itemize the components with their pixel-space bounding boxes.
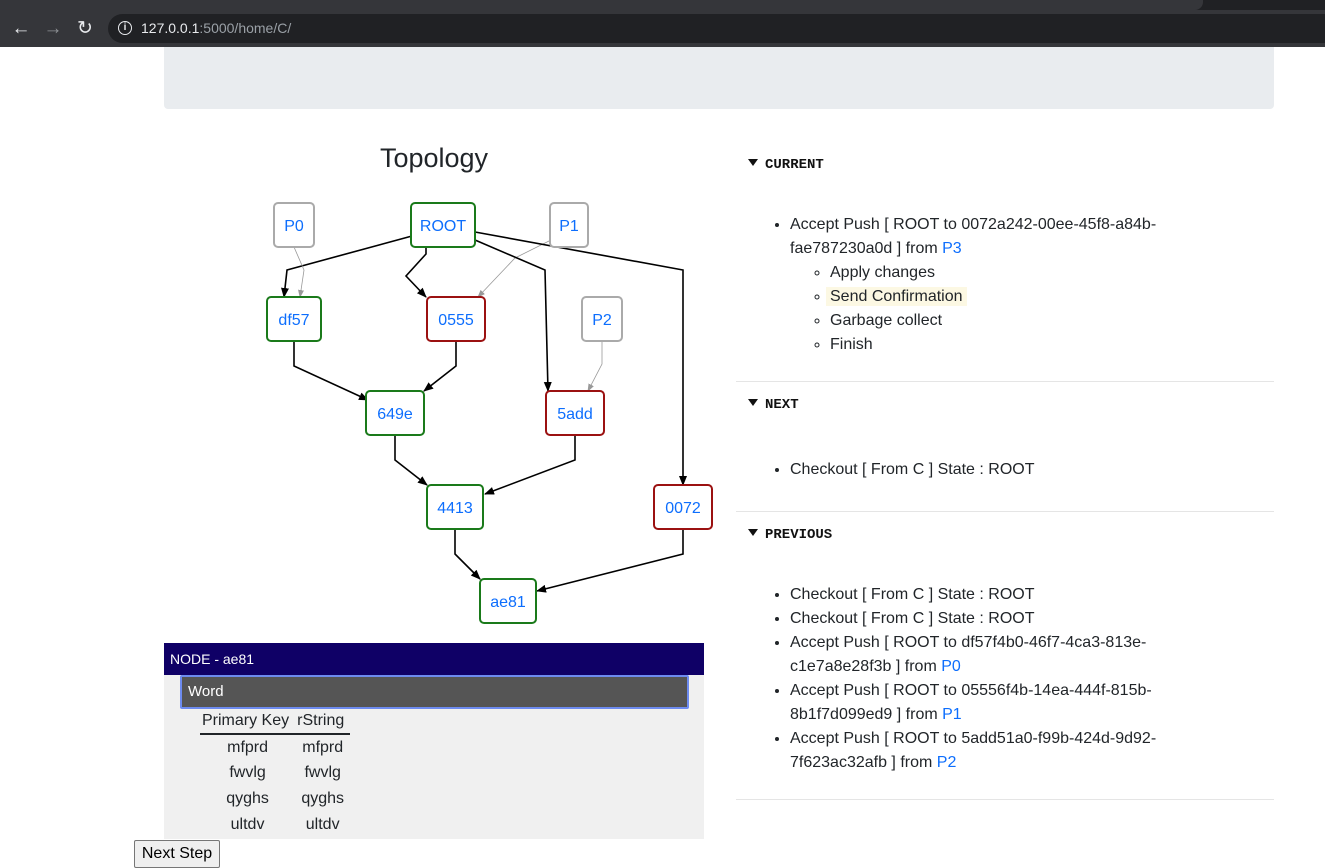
graph-node-p0[interactable]: P0: [273, 202, 315, 248]
table-row: fwvlg fwvlg: [200, 760, 350, 786]
column-header-rstring: rString: [295, 709, 351, 735]
graph-node-label: ae81: [490, 594, 526, 611]
graph-edge-5add-4413: [484, 435, 576, 495]
previous-item-text: Checkout [ From C ] State : ROOT: [790, 586, 1035, 603]
previous-item-text: Checkout [ From C ] State : ROOT: [790, 610, 1035, 627]
table-row: qyghs qyghs: [200, 786, 350, 812]
next-toggle[interactable]: NEXT: [748, 397, 799, 413]
graph-edge-root-0555: [404, 247, 427, 298]
table-cell: qyghs: [226, 790, 269, 807]
node-detail-panel: NODE - ae81 Word Primary Key rString mfp…: [164, 643, 704, 839]
graph-node-p1[interactable]: P1: [549, 202, 589, 248]
next-title: NEXT: [765, 397, 799, 413]
graph-node-root[interactable]: ROOT: [410, 202, 476, 248]
current-item-link[interactable]: P3: [942, 240, 962, 257]
graph-node-label: P1: [559, 218, 579, 235]
table-cell: ultdv: [305, 816, 340, 833]
list-item: Accept Push [ ROOT to df57f4b0-46f7-4ca3…: [790, 631, 1198, 679]
previous-item-text: Accept Push [ ROOT to 05556f4b-14ea-444f…: [790, 682, 1152, 723]
next-list: Checkout [ From C ] State : ROOT: [758, 458, 1198, 482]
node-data-table: Primary Key rString mfprd mfprd fwvlg fw…: [200, 709, 351, 838]
previous-list: Checkout [ From C ] State : ROOT Checkou…: [758, 583, 1198, 775]
step-item: Garbage collect: [830, 309, 1198, 333]
graph-node-0555[interactable]: 0555: [426, 296, 486, 342]
list-item: Accept Push [ ROOT to 5add51a0-f99b-424d…: [790, 727, 1198, 775]
next-section: NEXT Checkout [ From C ] State : ROOT: [736, 397, 1274, 512]
graph-node-label: 4413: [437, 500, 473, 517]
word-collection-bar[interactable]: Word: [180, 675, 689, 709]
graph-node-label: ROOT: [420, 218, 466, 235]
step-item-label: Send Confirmation: [826, 287, 967, 306]
table-row: ultdv ultdv: [200, 812, 350, 838]
graph-edge-p0-df57: [293, 246, 305, 298]
table-cell: mfprd: [227, 738, 269, 756]
graph-node-0072[interactable]: 0072: [653, 484, 713, 530]
graph-node-label: P0: [284, 218, 304, 235]
current-title: CURRENT: [765, 157, 824, 173]
table-cell: fwvlg: [304, 764, 341, 781]
expand-triangle-icon: [748, 159, 758, 166]
step-item-highlighted: Send Confirmation: [826, 285, 1198, 309]
graph-node-label: 649e: [377, 406, 413, 423]
graph-edge-root-0072: [474, 231, 687, 486]
previous-toggle[interactable]: PREVIOUS: [748, 527, 832, 543]
graph-edge-df57-649e: [293, 341, 369, 401]
expand-triangle-icon: [748, 399, 758, 406]
graph-node-label: P2: [592, 312, 612, 329]
graph-node-df57[interactable]: df57: [266, 296, 322, 342]
column-header-primary-key: Primary Key: [200, 709, 296, 735]
graph-node-label: df57: [278, 312, 309, 329]
list-item: Checkout [ From C ] State : ROOT: [790, 607, 1198, 631]
graph-node-label: 0072: [665, 500, 701, 517]
current-section: CURRENT Accept Push [ ROOT to 0072a242-0…: [736, 157, 1274, 382]
list-item: Accept Push [ ROOT to 0072a242-00ee-45f8…: [790, 213, 1198, 357]
expand-triangle-icon: [748, 529, 758, 536]
graph-node-ae81[interactable]: ae81: [479, 578, 537, 624]
graph-node-4413[interactable]: 4413: [426, 484, 484, 530]
table-cell: mfprd: [302, 738, 344, 756]
graph-edge-0555-649e: [423, 341, 457, 392]
graph-node-p2[interactable]: P2: [581, 296, 623, 342]
previous-item-text: Accept Push [ ROOT to 5add51a0-f99b-424d…: [790, 730, 1157, 771]
graph-node-label: 0555: [438, 312, 474, 329]
list-item: Accept Push [ ROOT to 05556f4b-14ea-444f…: [790, 679, 1198, 727]
current-item-text: Accept Push [ ROOT to 0072a242-00ee-45f8…: [790, 216, 1157, 257]
graph-node-5add[interactable]: 5add: [545, 390, 605, 436]
previous-item-text: Accept Push [ ROOT to df57f4b0-46f7-4ca3…: [790, 634, 1147, 675]
graph-edge-4413-ae81: [454, 529, 481, 580]
graph-node-649e[interactable]: 649e: [365, 390, 425, 436]
table-row: mfprd mfprd: [200, 734, 350, 760]
previous-section: PREVIOUS Checkout [ From C ] State : ROO…: [736, 527, 1274, 800]
graph-edge-0072-ae81: [536, 529, 684, 593]
previous-item-link[interactable]: P0: [941, 658, 961, 675]
table-cell: fwvlg: [229, 764, 266, 781]
graph-edge-649e-4413: [394, 435, 428, 486]
previous-item-link[interactable]: P1: [942, 706, 962, 723]
current-list: Accept Push [ ROOT to 0072a242-00ee-45f8…: [758, 213, 1198, 357]
graph-node-label: 5add: [557, 406, 593, 423]
graph-edge-p2-5add: [587, 341, 603, 392]
previous-title: PREVIOUS: [765, 527, 833, 543]
list-item: Checkout [ From C ] State : ROOT: [790, 583, 1198, 607]
step-item: Apply changes: [830, 261, 1198, 285]
step-item: Finish: [830, 333, 1198, 357]
next-step-button[interactable]: Next Step: [134, 840, 220, 868]
current-steps: Apply changes Send Confirmation Garbage …: [790, 261, 1198, 357]
node-panel-header: NODE - ae81: [164, 643, 704, 675]
table-cell: ultdv: [230, 816, 265, 833]
table-cell: qyghs: [301, 790, 345, 807]
list-item: Checkout [ From C ] State : ROOT: [790, 458, 1198, 482]
previous-item-link[interactable]: P2: [937, 754, 957, 771]
current-toggle[interactable]: CURRENT: [748, 157, 824, 173]
